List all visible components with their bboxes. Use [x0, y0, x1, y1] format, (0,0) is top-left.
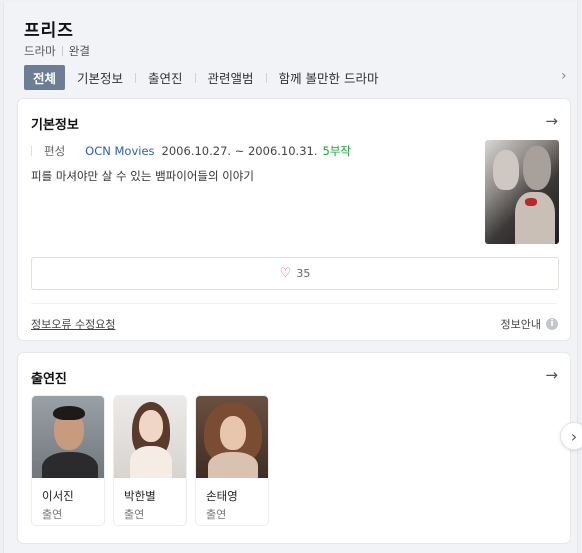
poster-image[interactable] [485, 140, 559, 244]
cast-next-chevron-icon[interactable]: › [560, 422, 582, 450]
broadcast-dates: 2006.10.27. ~ 2006.10.31. [161, 144, 318, 158]
poster-accent [525, 198, 537, 206]
tab-divider [194, 72, 196, 83]
arrow-right-icon[interactable]: → [545, 112, 558, 130]
photo-shape [208, 452, 258, 478]
photo-shape [53, 406, 85, 420]
cast-role: 출연 [42, 508, 63, 521]
info-guide-link[interactable]: 정보안내 i [501, 316, 558, 332]
tab-divider [265, 72, 267, 83]
info-guide-label: 정보안내 [500, 318, 541, 331]
tab-cast[interactable]: 출연진 [148, 65, 183, 90]
photo-shape [220, 416, 246, 450]
cast-title[interactable]: 출연진 [31, 368, 67, 387]
divider [31, 303, 557, 304]
tabs-next-chevron-icon[interactable]: › [561, 68, 567, 84]
info-icon: i [546, 318, 558, 330]
photo-shape [130, 446, 172, 478]
photo-shape [42, 452, 98, 478]
panel-frame: 프리즈 드라마 완결 전체 기본정보 출연진 관련앨범 함께 볼만한 드라마 ›… [3, 2, 578, 553]
tab-divider [135, 72, 137, 83]
tab-related-albums[interactable]: 관련앨범 [208, 65, 254, 90]
cast-item[interactable]: 박한별 출연 [113, 395, 187, 526]
cast-photo [32, 396, 104, 478]
heart-icon: ♡ [279, 266, 292, 281]
genre-label[interactable]: 드라마 [24, 43, 56, 59]
cast-list: 이서진 출연 박한별 출연 손태영 출연 [31, 395, 277, 526]
like-button[interactable]: ♡ 35 [31, 257, 559, 290]
photo-shape [139, 410, 163, 442]
cast-item[interactable]: 이서진 출연 [31, 395, 105, 526]
arrow-right-icon[interactable]: → [545, 366, 558, 384]
row-marker [31, 146, 32, 156]
broadcast-info: 편성 OCN Movies 2006.10.27. ~ 2006.10.31. … [31, 143, 351, 159]
basic-info-card: 기본정보 → 편성 OCN Movies 2006.10.27. ~ 2006.… [17, 98, 571, 341]
cast-name: 손태영 [206, 489, 238, 503]
cast-card: 출연진 → 이서진 출연 박한별 출연 손태영 출연 [17, 352, 571, 544]
channel-link[interactable]: OCN Movies [85, 144, 154, 158]
tab-all[interactable]: 전체 [24, 65, 66, 90]
cast-photo [196, 396, 268, 478]
meta-divider [61, 46, 63, 56]
report-error-link[interactable]: 정보오류 수정요청 [31, 316, 115, 332]
cast-name: 이서진 [42, 489, 74, 503]
like-count: 35 [296, 267, 311, 280]
cast-name: 박한별 [124, 489, 156, 503]
cast-role: 출연 [124, 508, 145, 521]
cast-role: 출연 [206, 508, 227, 521]
tab-basic-info[interactable]: 기본정보 [77, 65, 123, 90]
synopsis: 피를 마셔야만 살 수 있는 뱀파이어들의 이야기 [31, 169, 254, 183]
tab-similar-dramas[interactable]: 함께 볼만한 드라마 [279, 65, 379, 90]
poster-figure [523, 146, 551, 190]
title-meta: 드라마 완결 [24, 43, 90, 59]
page-title: 프리즈 [24, 21, 74, 41]
status-label: 완결 [68, 44, 90, 58]
tab-bar: 전체 기본정보 출연진 관련앨범 함께 볼만한 드라마 [24, 65, 379, 90]
episode-count: 5부작 [322, 144, 351, 158]
broadcast-label: 편성 [44, 144, 66, 158]
poster-figure [493, 150, 519, 190]
cast-photo [114, 396, 186, 478]
basic-info-title[interactable]: 기본정보 [31, 114, 79, 133]
cast-item[interactable]: 손태영 출연 [195, 395, 269, 526]
